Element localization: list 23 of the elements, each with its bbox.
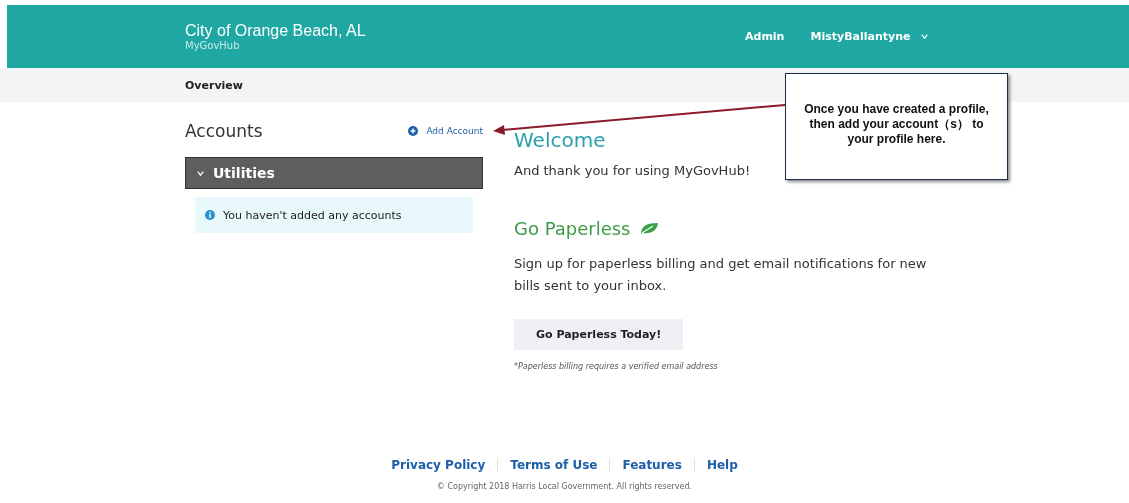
group-header[interactable]: Utilities: [185, 157, 483, 189]
copyright-text: © Copyright 2018 Harris Local Government. All rights reserved.: [436, 482, 693, 491]
footer-link[interactable]: Privacy Policy: [391, 458, 486, 472]
plus-icon: [408, 126, 419, 136]
chevron-icon: [920, 32, 930, 41]
add-account-link[interactable]: Add Account: [408, 126, 483, 136]
accounts-heading: Accounts: [185, 121, 263, 141]
footer-link[interactable]: Features: [622, 458, 682, 472]
leaf-icon: [638, 222, 659, 235]
footer-link[interactable]: Help: [706, 458, 738, 472]
paperless-button[interactable]: Go Paperless Today!: [514, 319, 684, 350]
paperless-text: Sign up for paperless billing and get email notifications for new bills sent to your inbox.: [514, 255, 928, 295]
footer-link[interactable]: Terms of Use: [510, 458, 598, 472]
footnote: *Paperless billing requires a verified email address: [514, 362, 719, 371]
site-subtitle: MyGovHub: [185, 40, 241, 51]
empty-message: You haven't added any accounts: [223, 208, 402, 222]
welcome-text: And thank you for using MyGovHub!: [514, 162, 752, 180]
site-title: City of Orange Beach, AL: [185, 22, 367, 40]
annotation-callout: Once you have created a profile, then add your account（s） to your profile here.: [785, 73, 1008, 180]
welcome-heading: Welcome: [514, 128, 606, 152]
paperless-heading: Go Paperless: [514, 218, 631, 239]
breadcrumb-link[interactable]: Overview: [185, 78, 243, 92]
info-icon: [205, 210, 215, 220]
